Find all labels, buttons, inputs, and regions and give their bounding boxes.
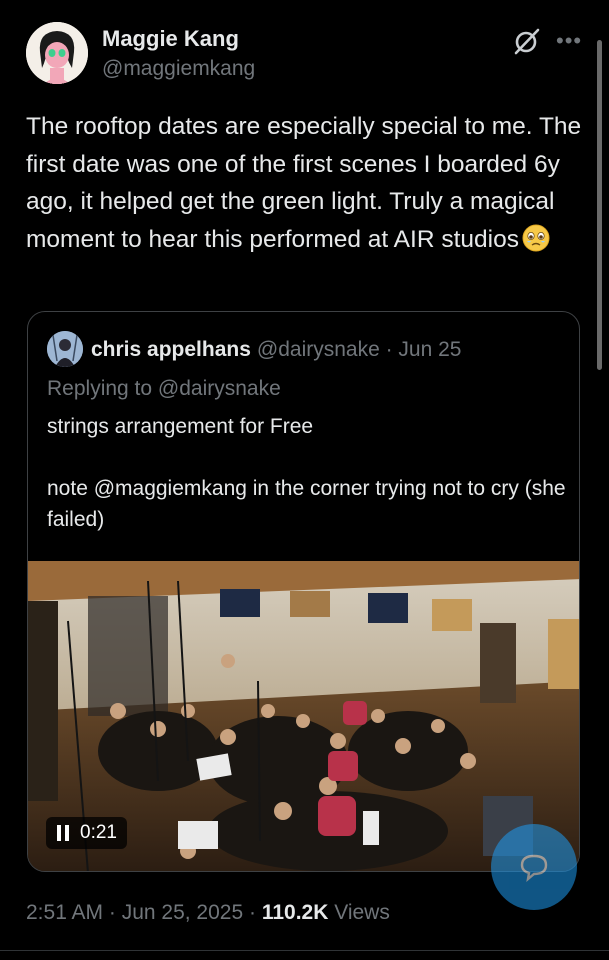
quoted-author-meta: @dairysnake · Jun 25	[256, 338, 462, 361]
quoted-author-line: chris appelhans @dairysnake · Jun 25	[91, 338, 461, 362]
author-handle[interactable]: @maggiemkang	[102, 57, 255, 81]
scrollbar[interactable]	[597, 40, 602, 370]
video-timestamp-chip[interactable]: 0:21	[46, 817, 127, 849]
quoted-author-avatar[interactable]	[47, 331, 83, 367]
video-player[interactable]: 0:21	[28, 561, 579, 871]
quoted-text: strings arrangement for Free note @maggi…	[47, 415, 566, 531]
author-name[interactable]: Maggie Kang	[102, 26, 239, 52]
more-icon[interactable]: •••	[556, 28, 582, 54]
author-avatar[interactable]	[26, 22, 88, 84]
tweet-header: Maggie Kang @maggiemkang •••	[0, 0, 609, 100]
tweet-footer: 2:51 AM · Jun 25, 2025 · 110.2K Views	[26, 901, 390, 925]
chat-bubble-icon	[520, 854, 548, 882]
grok-icon[interactable]	[512, 26, 542, 56]
views-count: 110.2K	[261, 901, 329, 924]
tweet-text: The rooftop dates are especially special…	[26, 113, 582, 253]
quoted-author-name[interactable]: chris appelhans	[91, 338, 251, 361]
replying-to[interactable]: Replying to @dairysnake	[47, 377, 281, 401]
video-time: 0:21	[80, 822, 117, 843]
quoted-tweet[interactable]: chris appelhans @dairysnake · Jun 25 Repl…	[27, 311, 580, 872]
face-holding-back-tears-emoji	[521, 223, 551, 253]
pause-icon[interactable]	[56, 825, 70, 841]
divider	[0, 950, 609, 951]
tweet-body: The rooftop dates are especially special…	[26, 108, 586, 258]
views-label: Views	[328, 901, 390, 924]
timestamp[interactable]: 2:51 AM · Jun 25, 2025 ·	[26, 901, 262, 924]
reply-fab-button[interactable]	[491, 824, 577, 910]
